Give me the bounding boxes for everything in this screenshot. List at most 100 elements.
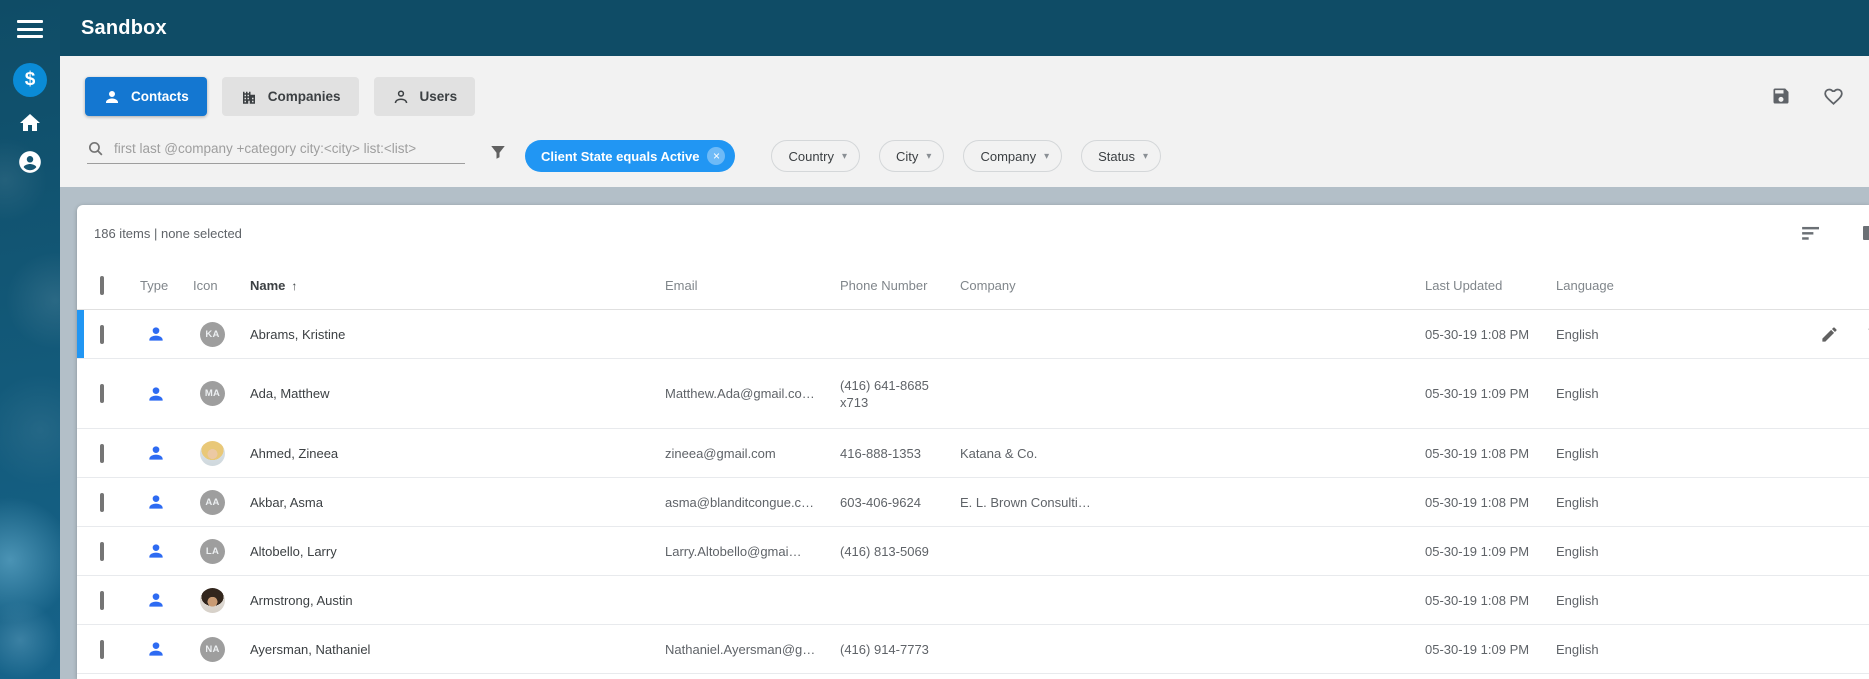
tab-label: Companies xyxy=(268,89,341,104)
billing-dollar-icon[interactable]: $ xyxy=(13,63,47,97)
page-title: Sandbox xyxy=(81,17,167,40)
table-row[interactable]: Armstrong, Austin 05-30-19 1:08 PM Engli… xyxy=(77,576,1869,625)
search-input[interactable] xyxy=(114,141,444,156)
favorite-heart-icon[interactable] xyxy=(1823,86,1844,107)
avatar: MA xyxy=(200,381,225,406)
table-row[interactable]: NA Ayersman, Nathaniel Nathaniel.Ayersma… xyxy=(77,625,1869,674)
tab-contacts[interactable]: Contacts xyxy=(85,77,207,116)
sort-arrow-icon: ↑ xyxy=(291,279,297,293)
contact-name: Ahmed, Zineea xyxy=(250,446,665,461)
avatar: KA xyxy=(200,322,225,347)
table-body: KA Abrams, Kristine 05-30-19 1:08 PM Eng… xyxy=(77,310,1869,674)
entity-tabs: Contacts Companies Users xyxy=(85,77,475,116)
person-outline-icon xyxy=(392,88,410,106)
contact-phone: 603-406-9624 xyxy=(840,495,921,510)
sort-icon[interactable] xyxy=(1802,226,1821,241)
last-updated: 05-30-19 1:09 PM xyxy=(1425,544,1556,559)
row-checkbox[interactable] xyxy=(100,493,104,512)
filter-chip-country[interactable]: Country ▾ xyxy=(771,140,860,172)
save-icon[interactable] xyxy=(1771,86,1791,107)
language: English xyxy=(1556,386,1696,401)
contacts-list-card: 186 items | none selected Type Icon Name… xyxy=(77,205,1869,679)
col-company[interactable]: Company xyxy=(960,278,1425,293)
hamburger-menu-icon[interactable] xyxy=(17,20,43,38)
language: English xyxy=(1556,593,1696,608)
chip-label: City xyxy=(896,149,918,164)
contact-type-person-icon xyxy=(140,639,193,659)
language: English xyxy=(1556,544,1696,559)
contact-type-person-icon xyxy=(140,541,193,561)
chip-label: Country xyxy=(788,149,834,164)
items-count: 186 items | none selected xyxy=(94,226,242,241)
sidebar: $ xyxy=(0,0,60,679)
filter-chip-company[interactable]: Company ▾ xyxy=(963,140,1062,172)
tab-users[interactable]: Users xyxy=(374,77,476,116)
avatar xyxy=(200,588,225,613)
contact-type-person-icon xyxy=(140,324,193,344)
table-row[interactable]: Ahmed, Zineea zineea@gmail.com 416-888-1… xyxy=(77,429,1869,478)
filter-chip-city[interactable]: City ▾ xyxy=(879,140,944,172)
contact-name: Ayersman, Nathaniel xyxy=(250,642,665,657)
person-icon xyxy=(103,88,121,106)
row-checkbox[interactable] xyxy=(100,444,104,463)
contact-name: Armstrong, Austin xyxy=(250,593,665,608)
row-checkbox[interactable] xyxy=(100,542,104,561)
tab-companies[interactable]: Companies xyxy=(222,77,359,116)
filter-chips: Client State equals Active × Country ▾ C… xyxy=(525,140,1161,172)
last-updated: 05-30-19 1:08 PM xyxy=(1425,446,1556,461)
chip-label: Company xyxy=(980,149,1036,164)
row-actions xyxy=(1820,325,1869,344)
table-row[interactable]: AA Akbar, Asma asma@blanditcongue.c… 603… xyxy=(77,478,1869,527)
avatar: LA xyxy=(200,539,225,564)
col-language[interactable]: Language xyxy=(1556,278,1696,293)
row-checkbox[interactable] xyxy=(100,325,104,344)
col-type[interactable]: Type xyxy=(140,278,193,293)
contact-company: E. L. Brown Consulti… xyxy=(960,495,1425,510)
columns-icon[interactable] xyxy=(1863,226,1869,240)
select-all-checkbox[interactable] xyxy=(100,276,104,295)
building-icon xyxy=(240,88,258,106)
avatar: NA xyxy=(200,637,225,662)
avatar: AA xyxy=(200,490,225,515)
language: English xyxy=(1556,642,1696,657)
table-header: Type Icon Name ↑ Email Phone Number Compa… xyxy=(77,262,1869,310)
active-filter-label: Client State equals Active xyxy=(541,149,699,164)
row-checkbox[interactable] xyxy=(100,591,104,610)
account-circle-icon[interactable] xyxy=(13,149,47,175)
col-icon[interactable]: Icon xyxy=(193,278,250,293)
app-bar: Sandbox xyxy=(60,0,1869,56)
row-checkbox[interactable] xyxy=(100,384,104,403)
row-checkbox[interactable] xyxy=(100,640,104,659)
active-filter-chip[interactable]: Client State equals Active × xyxy=(525,140,735,172)
contact-email: Larry.Altobello@gmai… xyxy=(665,544,840,559)
table-row[interactable]: LA Altobello, Larry Larry.Altobello@gmai… xyxy=(77,527,1869,576)
filter-funnel-icon[interactable] xyxy=(489,143,507,161)
toolbar-actions xyxy=(1771,86,1844,107)
edit-pencil-icon[interactable] xyxy=(1820,325,1839,344)
contact-email: Nathaniel.Ayersman@g… xyxy=(665,642,840,657)
table-row[interactable]: MA Ada, Matthew Matthew.Ada@gmail.co… (4… xyxy=(77,359,1869,429)
contact-phone-ext: x713 xyxy=(840,395,868,410)
table-row[interactable]: KA Abrams, Kristine 05-30-19 1:08 PM Eng… xyxy=(77,310,1869,359)
filter-chip-status[interactable]: Status ▾ xyxy=(1081,140,1161,172)
contact-email: asma@blanditcongue.c… xyxy=(665,495,840,510)
home-icon[interactable] xyxy=(13,111,47,135)
col-email[interactable]: Email xyxy=(665,278,840,293)
contact-email: Matthew.Ada@gmail.co… xyxy=(665,386,840,401)
col-name[interactable]: Name xyxy=(250,278,285,293)
col-phone[interactable]: Phone Number xyxy=(840,278,960,293)
content-area: Contacts Companies Users xyxy=(60,56,1869,679)
delete-trash-icon[interactable] xyxy=(1865,325,1869,344)
search-icon xyxy=(87,140,104,157)
tab-label: Contacts xyxy=(131,89,189,104)
remove-filter-icon[interactable]: × xyxy=(707,147,725,165)
last-updated: 05-30-19 1:08 PM xyxy=(1425,593,1556,608)
contact-phone: (416) 641-8685 xyxy=(840,378,929,393)
last-updated: 05-30-19 1:08 PM xyxy=(1425,495,1556,510)
contact-company: Katana & Co. xyxy=(960,446,1425,461)
contact-type-person-icon xyxy=(140,492,193,512)
list-summary-row: 186 items | none selected xyxy=(77,205,1869,262)
language: English xyxy=(1556,446,1696,461)
search-field xyxy=(87,140,465,164)
col-last-updated[interactable]: Last Updated xyxy=(1425,278,1556,293)
